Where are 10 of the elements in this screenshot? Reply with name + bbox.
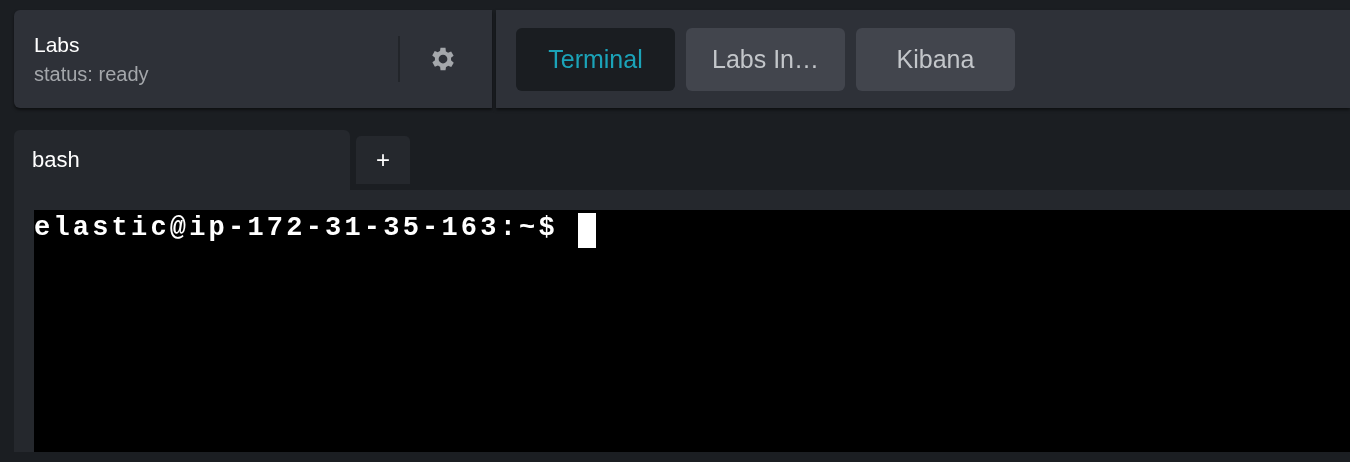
terminal-prompt: elastic@ip-172-31-35-163:~$ xyxy=(34,213,558,243)
lab-status: status: ready xyxy=(34,62,150,86)
text-cursor xyxy=(577,213,596,248)
view-tab[interactable]: Kibana xyxy=(856,27,1015,91)
view-tab[interactable]: Labs In… xyxy=(686,27,845,91)
view-tab[interactable]: Terminal xyxy=(516,27,675,91)
new-tab-button[interactable]: + xyxy=(356,136,410,184)
lab-title: Labs xyxy=(34,32,81,57)
terminal[interactable]: elastic@ip-172-31-35-163:~$ xyxy=(34,210,1350,452)
session-tab[interactable]: bash xyxy=(14,130,350,190)
